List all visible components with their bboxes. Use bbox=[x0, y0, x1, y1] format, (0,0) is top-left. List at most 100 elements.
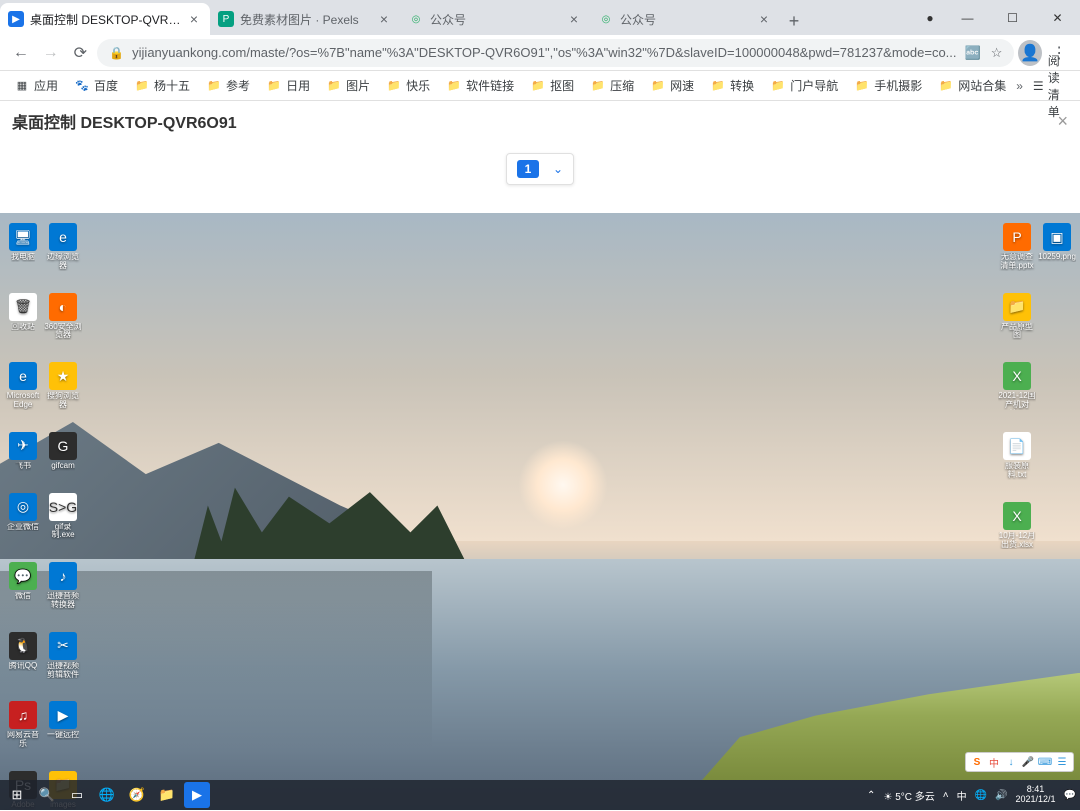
new-tab-button[interactable]: + bbox=[780, 7, 808, 35]
search-icon[interactable]: 🔍 bbox=[34, 782, 60, 808]
folder-icon: 📁 bbox=[854, 78, 870, 94]
desktop-icon[interactable]: S>Ggif录制.exe bbox=[44, 493, 82, 541]
ime-voice-icon[interactable]: 🎤 bbox=[1021, 755, 1035, 769]
address-bar[interactable]: 🔒 yijianyuankong.com/maste/?os=%7B"name"… bbox=[97, 39, 1014, 67]
clock[interactable]: 8:41 2021/12/1 bbox=[1016, 785, 1056, 805]
desktop-icon[interactable]: ♪迅捷音频转换器 bbox=[44, 562, 82, 610]
ime-menu-icon[interactable]: ☰ bbox=[1055, 755, 1069, 769]
close-icon[interactable]: × bbox=[566, 11, 582, 27]
desktop-icon[interactable]: eMicrosoft Edge bbox=[4, 362, 42, 410]
tab-4[interactable]: ◎ 公众号 × bbox=[590, 3, 780, 35]
weather-widget[interactable]: ☀ 5°C 多云 bbox=[883, 788, 934, 803]
bookmark-apps[interactable]: ▦应用 bbox=[8, 73, 64, 98]
volume-icon[interactable]: 🔊 bbox=[995, 790, 1007, 801]
remote-desktop-view[interactable]: 🖥我电脑e边缘浏览器🗑回收站◐360安全浏览器eMicrosoft Edge★搜… bbox=[0, 213, 1080, 810]
maximize-button[interactable]: ☐ bbox=[990, 3, 1035, 33]
bookmark-baidu[interactable]: 🐾百度 bbox=[68, 73, 124, 98]
bookmark-folder[interactable]: 📁软件链接 bbox=[440, 73, 520, 98]
tab-1[interactable]: ▶ 桌面控制 DESKTOP-QVR6O91 × bbox=[0, 3, 210, 35]
bookmark-folder[interactable]: 📁门户导航 bbox=[764, 73, 844, 98]
desktop-icon[interactable]: ◐360安全浏览器 bbox=[44, 293, 82, 341]
desktop-icon[interactable]: X2021-12国产机对比... bbox=[998, 362, 1036, 410]
desktop-icon[interactable]: 🖥我电脑 bbox=[4, 223, 42, 271]
bookmark-folder[interactable]: 📁参考 bbox=[200, 73, 256, 98]
site-info-icon[interactable]: 🔒 bbox=[109, 46, 124, 60]
app-icon: S>G bbox=[49, 493, 77, 521]
ime-lang-toggle[interactable]: 中 bbox=[987, 755, 1001, 769]
taskbar-app-chrome[interactable]: 🌐 bbox=[94, 782, 120, 808]
bookmark-folder[interactable]: 📁网站合集 bbox=[932, 73, 1012, 98]
close-button[interactable]: ✕ bbox=[1035, 3, 1080, 33]
desktop-icon[interactable]: ◎企业微信 bbox=[4, 493, 42, 541]
account-icon[interactable]: ● bbox=[915, 3, 945, 33]
browser-toolbar: ← → ⟳ 🔒 yijianyuankong.com/maste/?os=%7B… bbox=[0, 35, 1080, 71]
back-button[interactable]: ← bbox=[8, 39, 34, 67]
desktop-icon[interactable]: 📁产品原型图 bbox=[998, 293, 1036, 341]
reload-button[interactable]: ⟳ bbox=[67, 39, 93, 67]
bookmark-folder[interactable]: 📁网速 bbox=[644, 73, 700, 98]
folder-icon: 📁 bbox=[770, 78, 786, 94]
desktop-icon[interactable]: Ggifcam bbox=[44, 432, 82, 471]
bookmark-folder[interactable]: 📁杨十五 bbox=[128, 73, 196, 98]
desktop-icon[interactable]: ▶一键远控 bbox=[44, 701, 82, 749]
translate-icon[interactable]: 🔤 bbox=[965, 45, 981, 61]
bookmark-star-icon[interactable]: ☆ bbox=[991, 45, 1003, 61]
task-view-icon[interactable]: ▭ bbox=[64, 782, 90, 808]
desktop-icon[interactable]: P无意调查清单.pptx bbox=[998, 223, 1036, 271]
desktop-icon[interactable]: ♫网易云音乐 bbox=[4, 701, 42, 749]
desktop-icon[interactable]: 🗑回收站 bbox=[4, 293, 42, 341]
close-icon[interactable]: × bbox=[186, 11, 202, 27]
ime-logo-icon[interactable]: S bbox=[970, 755, 984, 769]
close-icon[interactable]: × bbox=[1057, 111, 1068, 132]
network-icon[interactable]: 🌐 bbox=[975, 790, 987, 801]
app-icon: ✈ bbox=[9, 432, 37, 460]
bookmarks-overflow[interactable]: » bbox=[1016, 79, 1023, 93]
tray-chevron-up-icon[interactable]: ˄ bbox=[943, 790, 949, 801]
ime-indicator[interactable]: 中 bbox=[957, 788, 967, 803]
taskbar-app-folder[interactable]: 📁 bbox=[154, 782, 180, 808]
bookmark-folder[interactable]: 📁日用 bbox=[260, 73, 316, 98]
display-dropdown[interactable]: 1 ⌄ bbox=[506, 153, 574, 185]
desktop-icon[interactable]: e边缘浏览器 bbox=[44, 223, 82, 271]
app-icon: ♫ bbox=[9, 701, 37, 729]
apps-icon: ▦ bbox=[14, 78, 30, 94]
app-icon: 📄 bbox=[1003, 432, 1031, 460]
tray-chevron-icon[interactable]: ⌃ bbox=[867, 790, 875, 801]
taskbar-app-remote[interactable]: ▶ bbox=[184, 782, 210, 808]
close-icon[interactable]: × bbox=[376, 11, 392, 27]
desktop-icon[interactable]: 🐧腾讯QQ bbox=[4, 632, 42, 680]
page-content: 桌面控制 DESKTOP-QVR6O91 × 1 ⌄ bbox=[0, 101, 1080, 213]
page-header: 桌面控制 DESKTOP-QVR6O91 × bbox=[0, 101, 1080, 141]
desktop-icon[interactable]: 📄服装原料.txt bbox=[998, 432, 1036, 480]
ime-arrow-icon[interactable]: ↓ bbox=[1004, 755, 1018, 769]
tab-2[interactable]: P 免费素材图片 · Pexels × bbox=[210, 3, 400, 35]
bookmark-folder[interactable]: 📁图片 bbox=[320, 73, 376, 98]
app-icon: ★ bbox=[49, 362, 77, 390]
desktop-icon[interactable]: ✈飞书 bbox=[4, 432, 42, 471]
bookmark-folder[interactable]: 📁快乐 bbox=[380, 73, 436, 98]
minimize-button[interactable]: — bbox=[945, 3, 990, 33]
bookmark-folder[interactable]: 📁抠图 bbox=[524, 73, 580, 98]
desktop-icon[interactable]: ▣10259.png bbox=[1038, 223, 1076, 271]
bookmark-folder[interactable]: 📁手机摄影 bbox=[848, 73, 928, 98]
app-icon: ▶ bbox=[49, 701, 77, 729]
icon-label: 无意调查清单.pptx bbox=[998, 253, 1036, 271]
tab-favicon: P bbox=[218, 11, 234, 27]
notifications-icon[interactable]: 💬 bbox=[1064, 790, 1076, 801]
ime-toolbar[interactable]: S 中 ↓ 🎤 ⌨ ☰ bbox=[965, 752, 1074, 772]
bookmark-folder[interactable]: 📁压缩 bbox=[584, 73, 640, 98]
taskbar-app-browser[interactable]: 🧭 bbox=[124, 782, 150, 808]
desktop-icon[interactable]: X10月-12月出货.xlsx bbox=[998, 502, 1036, 550]
desktop-icon[interactable]: ✂迅捷视频剪辑软件 bbox=[44, 632, 82, 680]
start-button[interactable]: ⊞ bbox=[4, 782, 30, 808]
tab-3[interactable]: ◎ 公众号 × bbox=[400, 3, 590, 35]
forward-button[interactable]: → bbox=[38, 39, 64, 67]
icon-label: 10259.png bbox=[1038, 253, 1076, 262]
close-icon[interactable]: × bbox=[756, 11, 772, 27]
desktop-icon[interactable]: ★搜狗浏览器 bbox=[44, 362, 82, 410]
bookmark-folder[interactable]: 📁转换 bbox=[704, 73, 760, 98]
desktop-icon[interactable]: 💬微信 bbox=[4, 562, 42, 610]
bookmarks-bar: ▦应用 🐾百度 📁杨十五 📁参考 📁日用 📁图片 📁快乐 📁软件链接 📁抠图 📁… bbox=[0, 71, 1080, 101]
ime-keyboard-icon[interactable]: ⌨ bbox=[1038, 755, 1052, 769]
app-icon: 🗑 bbox=[9, 293, 37, 321]
